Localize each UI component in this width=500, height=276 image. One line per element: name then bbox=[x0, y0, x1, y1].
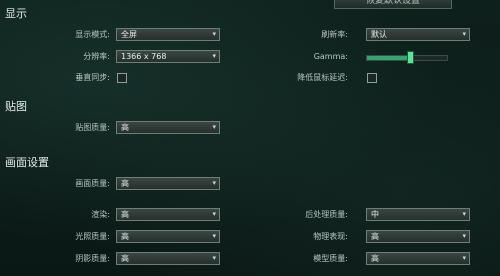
physics-label: 物理表现: bbox=[313, 232, 348, 241]
render-value: 高 bbox=[121, 210, 129, 219]
mouse-latency-label: 降低鼠标延迟: bbox=[297, 73, 348, 82]
vsync-checkbox[interactable] bbox=[117, 73, 127, 83]
display-mode-value: 全屏 bbox=[121, 30, 137, 39]
section-texture-title: 贴图 bbox=[5, 100, 27, 113]
lighting-label: 光照质量: bbox=[75, 232, 110, 241]
chevron-down-icon: ▾ bbox=[212, 52, 216, 60]
chevron-down-icon: ▾ bbox=[462, 30, 466, 38]
chevron-down-icon: ▾ bbox=[462, 210, 466, 218]
chevron-down-icon: ▾ bbox=[212, 210, 216, 218]
physics-value: 高 bbox=[371, 232, 379, 241]
postprocess-value: 中 bbox=[371, 210, 379, 219]
postprocess-label: 后处理质量: bbox=[305, 210, 348, 219]
model-label: 模型质量: bbox=[313, 254, 348, 263]
section-display-title: 显示 bbox=[5, 7, 27, 20]
chevron-down-icon: ▾ bbox=[212, 232, 216, 240]
lighting-select[interactable]: 高 ▾ bbox=[116, 230, 220, 243]
display-mode-select[interactable]: 全屏 ▾ bbox=[116, 28, 220, 41]
graphics-quality-label: 画面质量: bbox=[75, 179, 110, 188]
display-mode-label: 显示模式: bbox=[75, 30, 110, 39]
model-value: 高 bbox=[371, 254, 379, 263]
section-graphics-title: 画面设置 bbox=[5, 156, 49, 169]
chevron-down-icon: ▾ bbox=[212, 123, 216, 131]
resolution-select[interactable]: 1366 x 768 ▾ bbox=[116, 50, 220, 63]
vsync-label: 垂直同步: bbox=[75, 73, 110, 82]
model-select[interactable]: 高 ▾ bbox=[366, 252, 470, 265]
refresh-rate-value: 默认 bbox=[371, 30, 387, 39]
chevron-down-icon: ▾ bbox=[212, 30, 216, 38]
physics-select[interactable]: 高 ▾ bbox=[366, 230, 470, 243]
chevron-down-icon: ▾ bbox=[212, 179, 216, 187]
chevron-down-icon: ▾ bbox=[462, 232, 466, 240]
chevron-down-icon: ▾ bbox=[462, 254, 466, 262]
shadow-select[interactable]: 高 ▾ bbox=[116, 252, 220, 265]
gamma-label: Gamma: bbox=[313, 52, 348, 61]
resolution-value: 1366 x 768 bbox=[121, 52, 167, 61]
reset-defaults-button[interactable]: 恢复默认设置 bbox=[334, 0, 452, 9]
render-select[interactable]: 高 ▾ bbox=[116, 208, 220, 221]
chevron-down-icon: ▾ bbox=[212, 254, 216, 262]
shadow-label: 阴影质量: bbox=[75, 254, 110, 263]
mouse-latency-checkbox[interactable] bbox=[367, 73, 377, 83]
graphics-quality-select[interactable]: 高 ▾ bbox=[116, 177, 220, 190]
render-label: 渲染: bbox=[91, 210, 110, 219]
lighting-value: 高 bbox=[121, 232, 129, 241]
gamma-slider-thumb[interactable] bbox=[407, 51, 414, 64]
texture-quality-value: 高 bbox=[121, 123, 129, 132]
gamma-slider-fill bbox=[367, 56, 410, 60]
texture-quality-label: 贴图质量: bbox=[75, 123, 110, 132]
postprocess-select[interactable]: 中 ▾ bbox=[366, 208, 470, 221]
refresh-rate-label: 刷新率: bbox=[321, 30, 348, 39]
graphics-quality-value: 高 bbox=[121, 179, 129, 188]
refresh-rate-select[interactable]: 默认 ▾ bbox=[366, 28, 470, 41]
resolution-label: 分辨率: bbox=[83, 52, 110, 61]
texture-quality-select[interactable]: 高 ▾ bbox=[116, 121, 220, 134]
shadow-value: 高 bbox=[121, 254, 129, 263]
